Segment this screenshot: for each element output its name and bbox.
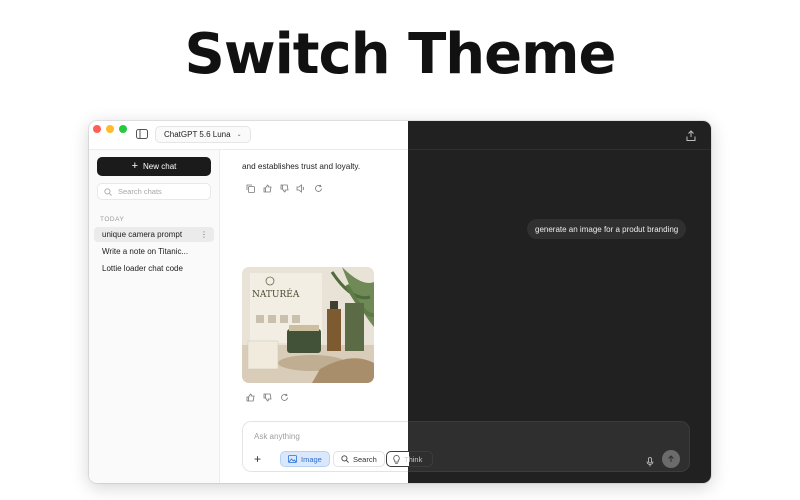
window-controls (93, 125, 127, 133)
app-window: ChatGPT 5.6 Luna ⌄ + New chat Search cha… (89, 121, 711, 483)
image-tool-label: Image (301, 454, 322, 464)
ask-input[interactable]: Ask anything (254, 432, 300, 441)
image-actions (245, 392, 289, 402)
sidebar: + New chat Search chats TODAY unique cam… (89, 150, 220, 483)
close-window-button[interactable] (93, 125, 101, 133)
chevron-down-icon: ⌄ (236, 132, 242, 138)
copy-icon[interactable] (245, 183, 255, 193)
message-actions (245, 183, 323, 193)
thumbs-down-icon[interactable] (262, 392, 272, 402)
regenerate-icon[interactable] (313, 183, 323, 193)
thumbs-up-icon[interactable] (245, 392, 255, 402)
new-chat-label: New chat (143, 162, 177, 171)
microphone-icon[interactable] (645, 454, 655, 467)
minimize-window-button[interactable] (106, 125, 114, 133)
chat-item[interactable]: Lottie loader chat code (94, 261, 214, 276)
sidebar-toggle-icon[interactable] (133, 127, 151, 141)
maximize-window-button[interactable] (119, 125, 127, 133)
topbar-divider-dark (408, 149, 711, 150)
arrow-up-icon (668, 455, 674, 462)
chat-item[interactable]: unique camera prompt ⋮ (94, 227, 214, 242)
composer: Ask anything + Image Search Think (242, 421, 690, 472)
regenerate-icon[interactable] (279, 392, 289, 402)
page-headline: Switch Theme (184, 22, 617, 87)
chat-item-label: Lottie loader chat code (102, 264, 183, 273)
plus-icon: + (131, 160, 139, 172)
send-button[interactable] (662, 450, 680, 468)
model-name: ChatGPT 5.6 Luna (164, 130, 231, 139)
assistant-message: and establishes trust and loyalty. (242, 162, 361, 171)
generated-product-image[interactable]: NATURÉA (242, 267, 374, 383)
thumbs-up-icon[interactable] (262, 183, 272, 193)
search-tool-button[interactable]: Search (333, 451, 385, 467)
user-message-bubble: generate an image for a produt branding (527, 219, 687, 239)
thumbs-down-icon[interactable] (279, 183, 289, 193)
add-attachment-button[interactable]: + (254, 452, 261, 466)
image-icon (288, 455, 297, 463)
image-tool-button[interactable]: Image (280, 451, 330, 467)
think-tool-label: Think (404, 454, 423, 464)
search-chats-input[interactable]: Search chats (97, 183, 211, 200)
brand-logo-text: NATURÉA (252, 288, 300, 300)
chat-item[interactable]: Write a note on Titanic... (94, 244, 214, 259)
section-label-today: TODAY (100, 216, 125, 223)
search-icon (341, 455, 349, 463)
search-icon (104, 187, 112, 196)
chat-item-label: unique camera prompt (102, 230, 183, 239)
more-options-icon[interactable]: ⋮ (200, 230, 208, 239)
new-chat-button[interactable]: + New chat (97, 157, 211, 176)
model-selector[interactable]: ChatGPT 5.6 Luna ⌄ (155, 126, 251, 143)
speaker-icon[interactable] (296, 183, 306, 193)
lightbulb-icon (393, 454, 400, 464)
search-chats-placeholder: Search chats (118, 187, 162, 196)
think-tool-button[interactable]: Think (386, 451, 429, 467)
chat-item-label: Write a note on Titanic... (102, 247, 189, 256)
share-icon[interactable] (685, 129, 697, 141)
search-tool-label: Search (353, 454, 377, 464)
